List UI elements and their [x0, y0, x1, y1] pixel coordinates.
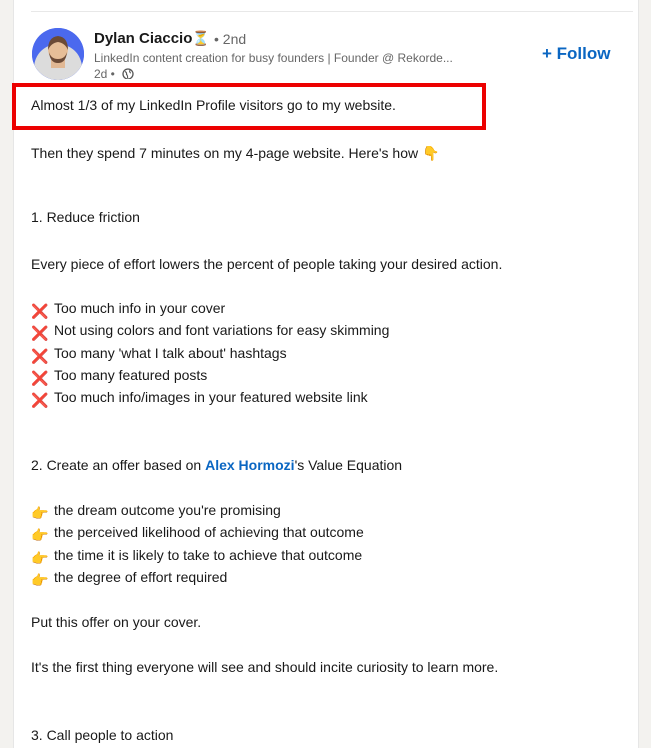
post-time: 2d •	[94, 67, 115, 79]
list-item-text: the degree of effort required	[54, 569, 228, 585]
cross-mark-icon: ❌	[31, 325, 49, 341]
section-2-title: 2. Create an offer based on Alex Hormozi…	[31, 457, 402, 473]
pointing-hand-icon: 👉	[31, 527, 49, 543]
cross-mark-icon: ❌	[31, 303, 49, 319]
list-item: ❌ Not using colors and font variations fo…	[31, 322, 389, 342]
post-line-2-text: Then they spend 7 minutes on my 4-page w…	[31, 145, 419, 161]
author-name[interactable]: Dylan Ciaccio	[94, 30, 192, 47]
list-item: 👉 the perceived likelihood of achieving t…	[31, 524, 364, 544]
pointing-hand-icon: 👉	[31, 550, 49, 566]
offer-line: Put this offer on your cover.	[31, 614, 202, 630]
connection-degree: • 2nd	[214, 31, 247, 47]
globe-icon	[122, 67, 134, 79]
list-item-text: Too many featured posts	[54, 367, 208, 383]
author-headline: LinkedIn content creation for busy found…	[94, 51, 453, 65]
section-3-title: 3. Call people to action	[31, 727, 174, 743]
follow-button[interactable]: + Follow	[542, 44, 610, 64]
list-item-text: the perceived likelihood of achieving th…	[54, 524, 364, 540]
author-avatar[interactable]	[32, 28, 84, 80]
list-item-text: the dream outcome you're promising	[54, 502, 281, 518]
post-line-2: Then they spend 7 minutes on my 4-page w…	[31, 145, 439, 162]
section-2-suffix: 's Value Equation	[294, 457, 403, 473]
cross-mark-icon: ❌	[31, 348, 49, 364]
cross-mark-icon: ❌	[31, 392, 49, 408]
pointing-hand-icon: 👉	[31, 505, 49, 521]
list-item: ❌ Too much info in your cover	[31, 300, 225, 320]
section-1-intro: Every piece of effort lowers the percent…	[31, 256, 503, 272]
list-item: 👉 the time it is likely to take to achiev…	[31, 547, 362, 567]
post-line-1: Almost 1/3 of my LinkedIn Profile visito…	[31, 97, 396, 113]
list-item: 👉 the dream outcome you're promising	[31, 502, 281, 522]
curiosity-line: It's the first thing everyone will see a…	[31, 659, 499, 675]
list-item-text: Too much info/images in your featured we…	[54, 389, 368, 405]
list-item: 👉 the degree of effort required	[31, 569, 227, 589]
list-item: ❌ Too many featured posts	[31, 367, 207, 387]
list-item: ❌ Too much info/images in your featured w…	[31, 389, 368, 409]
section-2-prefix: 2. Create an offer based on	[31, 457, 202, 473]
list-item-text: Not using colors and font variations for…	[54, 322, 390, 338]
hourglass-icon: ⏳	[192, 30, 210, 46]
list-item-text: the time it is likely to take to achieve…	[54, 547, 363, 563]
linkedin-post-card: Dylan Ciaccio ⏳ • 2nd LinkedIn content c…	[12, 0, 639, 748]
list-item: ❌ Too many 'what I talk about' hashtags	[31, 345, 287, 365]
list-item-text: Too many 'what I talk about' hashtags	[54, 345, 287, 361]
list-item-text: Too much info in your cover	[54, 300, 226, 316]
cross-mark-icon: ❌	[31, 370, 49, 386]
person-avatar-icon	[32, 28, 84, 80]
section-1-title: 1. Reduce friction	[31, 209, 140, 225]
point-down-icon: 👇	[422, 145, 440, 161]
top-divider	[31, 11, 633, 12]
mention-link[interactable]: Alex Hormozi	[205, 457, 294, 473]
pointing-hand-icon: 👉	[31, 572, 49, 588]
